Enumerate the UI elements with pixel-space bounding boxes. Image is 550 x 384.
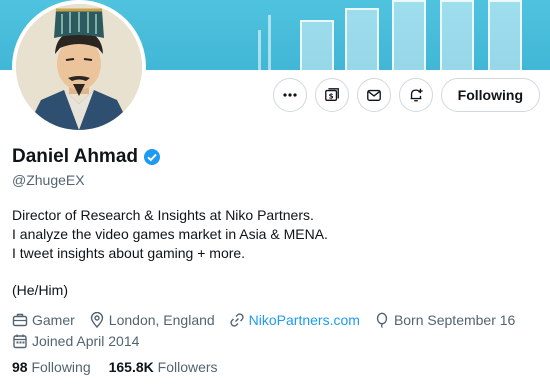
profile-meta: Gamer London, England NikoPartners.com B… bbox=[12, 310, 542, 352]
subscribe-icon: $ bbox=[324, 87, 340, 103]
link-icon bbox=[229, 312, 245, 328]
profile-handle: @ZhugeEX bbox=[12, 172, 85, 188]
profile-pronouns: (He/Him) bbox=[12, 282, 68, 298]
avatar[interactable] bbox=[12, 0, 146, 134]
location-text: London, England bbox=[108, 311, 215, 328]
more-icon bbox=[282, 87, 298, 103]
following-button[interactable]: Following bbox=[440, 78, 540, 112]
notify-icon bbox=[408, 87, 424, 103]
category-item: Gamer bbox=[12, 312, 75, 328]
verified-badge-icon[interactable] bbox=[143, 148, 161, 166]
followers-label: Followers bbox=[157, 359, 218, 375]
subscribe-button[interactable]: $ bbox=[314, 78, 349, 112]
bio-line: I analyze the video games market in Asia… bbox=[12, 226, 328, 242]
joined-item: Joined April 2014 bbox=[12, 333, 139, 349]
svg-text:$: $ bbox=[328, 92, 333, 101]
following-count[interactable]: 98 Following bbox=[12, 359, 91, 375]
balloon-icon bbox=[374, 312, 390, 328]
profile-bio: Director of Research & Insights at Niko … bbox=[12, 206, 328, 263]
birthday-text: Born September 16 bbox=[393, 311, 516, 328]
joined-text: Joined April 2014 bbox=[32, 332, 140, 349]
message-button[interactable] bbox=[356, 78, 391, 112]
website-item[interactable]: NikoPartners.com bbox=[229, 312, 360, 328]
profile-actions: $ Following bbox=[272, 78, 540, 112]
more-button[interactable] bbox=[272, 78, 307, 112]
profile-name: Daniel Ahmad bbox=[12, 146, 138, 167]
message-icon bbox=[366, 87, 382, 103]
birthday-item: Born September 16 bbox=[374, 312, 515, 328]
followers-number: 165.8K bbox=[108, 359, 154, 375]
notify-button[interactable] bbox=[398, 78, 433, 112]
briefcase-icon bbox=[12, 312, 28, 328]
location-pin-icon bbox=[89, 311, 105, 328]
category-text: Gamer bbox=[32, 311, 75, 328]
followers-count[interactable]: 165.8K Followers bbox=[109, 359, 218, 375]
follow-counts: 98 Following 165.8K Followers bbox=[12, 359, 218, 375]
following-label: Following bbox=[31, 359, 91, 375]
profile-name-row: Daniel Ahmad bbox=[12, 146, 161, 168]
following-number: 98 bbox=[12, 359, 28, 375]
bio-line: I tweet insights about gaming + more. bbox=[12, 245, 246, 261]
calendar-icon bbox=[12, 333, 28, 349]
location-item: London, England bbox=[89, 311, 215, 328]
website-link[interactable]: NikoPartners.com bbox=[249, 312, 360, 328]
bio-line: Director of Research & Insights at Niko … bbox=[12, 207, 314, 223]
